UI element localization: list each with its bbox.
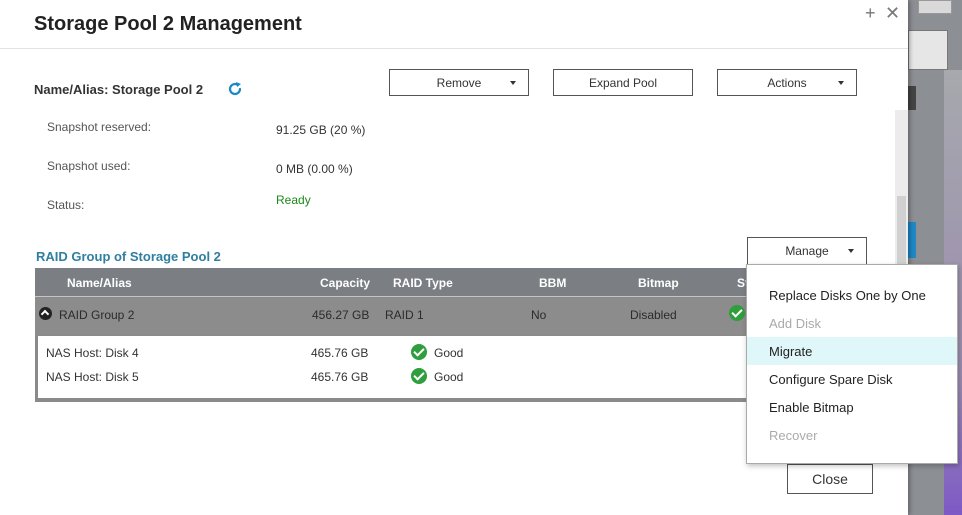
column-header-raid-type[interactable]: RAID Type [393,276,453,290]
manage-button[interactable]: Manage [747,237,867,265]
table-row[interactable]: RAID Group 2 456.27 GB RAID 1 No Disable… [35,298,755,335]
menu-item-recover: Recover [769,427,818,443]
chevron-down-icon [510,81,516,85]
raid-group-type: RAID 1 [385,308,424,322]
menu-item-enable-bitmap[interactable]: Enable Bitmap [747,393,957,421]
check-circle-icon [729,305,745,321]
column-header-bitmap[interactable]: Bitmap [638,276,679,290]
close-icon[interactable]: ✕ [885,4,900,22]
close-button[interactable]: Close [787,464,873,494]
expand-pool-button[interactable]: Expand Pool [553,69,693,96]
raid-group-bitmap: Disabled [630,308,677,322]
snapshot-used-label: Snapshot used: [47,159,131,173]
dialog-title: Storage Pool 2 Management [34,13,302,35]
expand-pool-button-label: Expand Pool [588,75,658,90]
actions-button-label: Actions [767,75,807,90]
status-label: Status: [47,198,85,212]
disk-name: NAS Host: Disk 4 [46,346,139,360]
disk-capacity: 465.76 GB [311,370,369,384]
snapshot-reserved-value: 91.25 GB (20 %) [276,123,366,137]
table-row[interactable]: NAS Host: Disk 4 465.76 GB Good [38,340,752,364]
raid-group-name: RAID Group 2 [59,308,135,322]
check-circle-icon [411,344,427,360]
remove-button-label: Remove [436,75,482,90]
menu-item-migrate[interactable]: Migrate [747,337,957,365]
column-header-capacity[interactable]: Capacity [320,276,370,290]
disk-capacity: 465.76 GB [311,346,369,360]
raid-group-capacity: 456.27 GB [312,308,370,322]
remove-button[interactable]: Remove [389,69,529,96]
column-header-bbm[interactable]: BBM [539,276,566,290]
collapse-icon[interactable] [39,307,52,320]
menu-item-configure-spare[interactable]: Configure Spare Disk [747,365,957,393]
background-panel [908,30,948,70]
scrollbar[interactable] [895,110,908,280]
snapshot-used-value: 0 MB (0.00 %) [276,162,353,176]
title-divider [0,48,908,49]
check-circle-icon [411,368,427,384]
background-window-button [918,0,952,14]
status-value: Ready [276,193,311,207]
close-button-label: Close [812,471,848,487]
maximize-icon[interactable]: + [865,4,876,22]
snapshot-reserved-label: Snapshot reserved: [47,120,152,134]
raid-group-table: Name/Alias Capacity RAID Type BBM Bitmap… [35,268,755,402]
pool-name-alias: Name/Alias: Storage Pool 2 [34,82,204,97]
chevron-down-icon [848,249,854,253]
disk-list: NAS Host: Disk 4 465.76 GB Good NAS Host… [38,336,752,398]
chevron-down-icon [838,81,844,85]
manage-dropdown-menu: Replace Disks One by One Add Disk Migrat… [746,264,958,464]
actions-button[interactable]: Actions [717,69,857,96]
menu-item-replace-disks[interactable]: Replace Disks One by One [747,281,957,309]
manage-button-label: Manage [785,244,829,258]
table-header: Name/Alias Capacity RAID Type BBM Bitmap… [35,268,755,297]
disk-status: Good [434,370,464,384]
menu-item-add-disk: Add Disk [769,315,822,331]
disk-name: NAS Host: Disk 5 [46,370,139,384]
raid-group-bbm: No [531,308,547,322]
refresh-icon[interactable] [227,81,243,97]
disk-status: Good [434,346,464,360]
background-tab-active [908,222,916,258]
raid-section-title: RAID Group of Storage Pool 2 [36,249,221,264]
background-tab [908,86,916,110]
table-row[interactable]: NAS Host: Disk 5 465.76 GB Good [38,364,752,388]
column-header-name[interactable]: Name/Alias [67,276,132,290]
